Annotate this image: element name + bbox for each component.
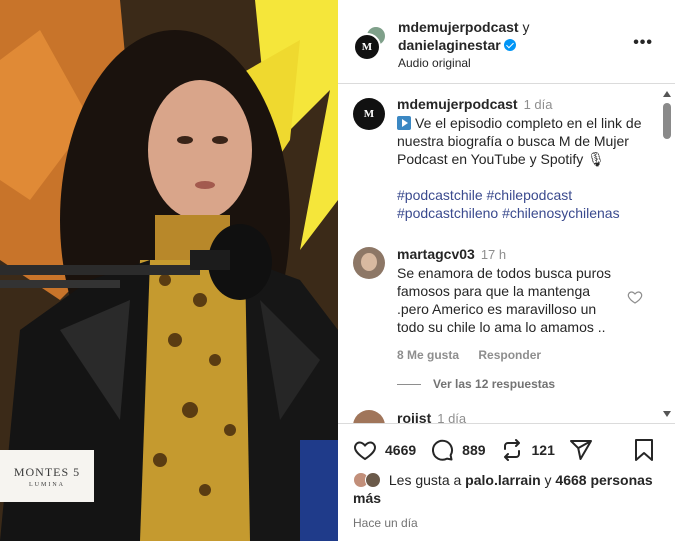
post-panel: M mdemujerpodcast y danielaginestar Audi…: [338, 0, 675, 541]
comment-avatar[interactable]: [353, 410, 385, 423]
repost-count: 121: [531, 442, 555, 458]
liker-avatars: [353, 471, 385, 489]
comment-time: 17 h: [480, 247, 507, 262]
comments-scroll-area[interactable]: M mdemujerpodcast 1 día Ve el episodio co…: [338, 85, 675, 423]
scrollbar-thumb[interactable]: [663, 103, 671, 139]
header-username-2[interactable]: danielaginestar: [398, 37, 501, 53]
likes-middle: y: [544, 472, 552, 488]
caption-avatar-text: M: [363, 108, 375, 120]
bookmark-icon: [635, 439, 653, 461]
comment-text: Se enamora de todos busca puros famosos …: [397, 265, 612, 335]
audio-link[interactable]: Audio original: [398, 54, 529, 72]
likes-user[interactable]: palo.larrain: [465, 472, 540, 488]
likes-prefix: Les gusta a: [388, 472, 462, 488]
scroll-down-arrow-icon[interactable]: [663, 411, 671, 417]
comment-count: 889: [462, 442, 486, 458]
like-count: 4669: [385, 442, 417, 458]
send-icon: [569, 440, 592, 460]
caption-hashtags: #podcastchile #chilepodcast #podcastchil…: [397, 186, 653, 222]
post-timestamp: Hace un día: [353, 516, 418, 530]
save-button[interactable]: [633, 438, 655, 467]
watermark-subtitle: LUMINA: [29, 481, 65, 488]
like-button[interactable]: 4669: [353, 438, 416, 462]
share-button[interactable]: [569, 438, 601, 462]
watermark-title: MONTES: [13, 464, 70, 479]
video-frame[interactable]: MONTES 5 LUMINA: [0, 0, 338, 541]
comment-username[interactable]: martagcv03: [397, 246, 475, 262]
comment-heart-icon[interactable]: [627, 289, 643, 305]
play-button-emoji-icon: [397, 116, 411, 130]
repost-icon: [503, 439, 520, 461]
header-usernames: mdemujerpodcast y danielaginestar Audio …: [398, 18, 529, 72]
avatar-mdemujerpodcast[interactable]: M: [353, 33, 381, 61]
avatar-logo-text: M: [361, 41, 373, 53]
comment-bubble-icon: [432, 439, 454, 461]
post-caption: M mdemujerpodcast 1 día Ve el episodio co…: [353, 95, 653, 222]
verified-badge-icon: [503, 39, 516, 51]
caption-text: Ve el episodio completo en el link de nu…: [397, 115, 642, 167]
comment-username[interactable]: rojist: [397, 410, 431, 423]
caption-time: 1 día: [523, 97, 553, 112]
heart-icon: [354, 441, 376, 461]
caption-avatar[interactable]: M: [353, 98, 385, 130]
brand-watermark: MONTES 5 LUMINA: [0, 450, 94, 502]
hashtag-link[interactable]: #podcastchile: [397, 187, 483, 203]
post-actions: 4669 889 121 Les gusta a palo.larrain y …: [338, 423, 675, 541]
view-replies-button[interactable]: Ver las 12 respuestas: [397, 377, 555, 391]
liker-avatar: [365, 472, 381, 488]
scroll-up-arrow-icon[interactable]: [663, 91, 671, 97]
hashtag-link[interactable]: #chilepodcast: [487, 187, 573, 203]
comment-item: martagcv03 17 h Se enamora de todos busca…: [353, 245, 653, 362]
header-username-1[interactable]: mdemujerpodcast: [398, 19, 519, 35]
action-row: 4669 889 121: [353, 438, 615, 462]
post-header: M mdemujerpodcast y danielaginestar Audi…: [338, 0, 675, 84]
reply-button[interactable]: Responder: [478, 348, 541, 362]
comment-avatar[interactable]: [353, 247, 385, 279]
repost-button[interactable]: 121: [500, 438, 555, 462]
comment-button[interactable]: 889: [430, 438, 486, 462]
more-options-icon[interactable]: •••: [633, 34, 653, 52]
collab-avatars[interactable]: M: [353, 25, 389, 63]
comment-likes-count[interactable]: 8 Me gusta: [397, 348, 459, 362]
comment-time: 1 día: [437, 411, 467, 423]
scrollbar[interactable]: [663, 91, 671, 417]
watermark-suffix: 5: [73, 464, 81, 479]
likes-summary: Les gusta a palo.larrain y 4668 personas…: [353, 471, 653, 507]
comment-meta: 8 Me gusta Responder: [397, 348, 653, 362]
caption-username[interactable]: mdemujerpodcast: [397, 96, 518, 112]
hashtag-link[interactable]: #podcastchileno: [397, 205, 498, 221]
hashtag-link[interactable]: #chilenosychilenas: [502, 205, 620, 221]
header-connector: y: [522, 19, 530, 35]
